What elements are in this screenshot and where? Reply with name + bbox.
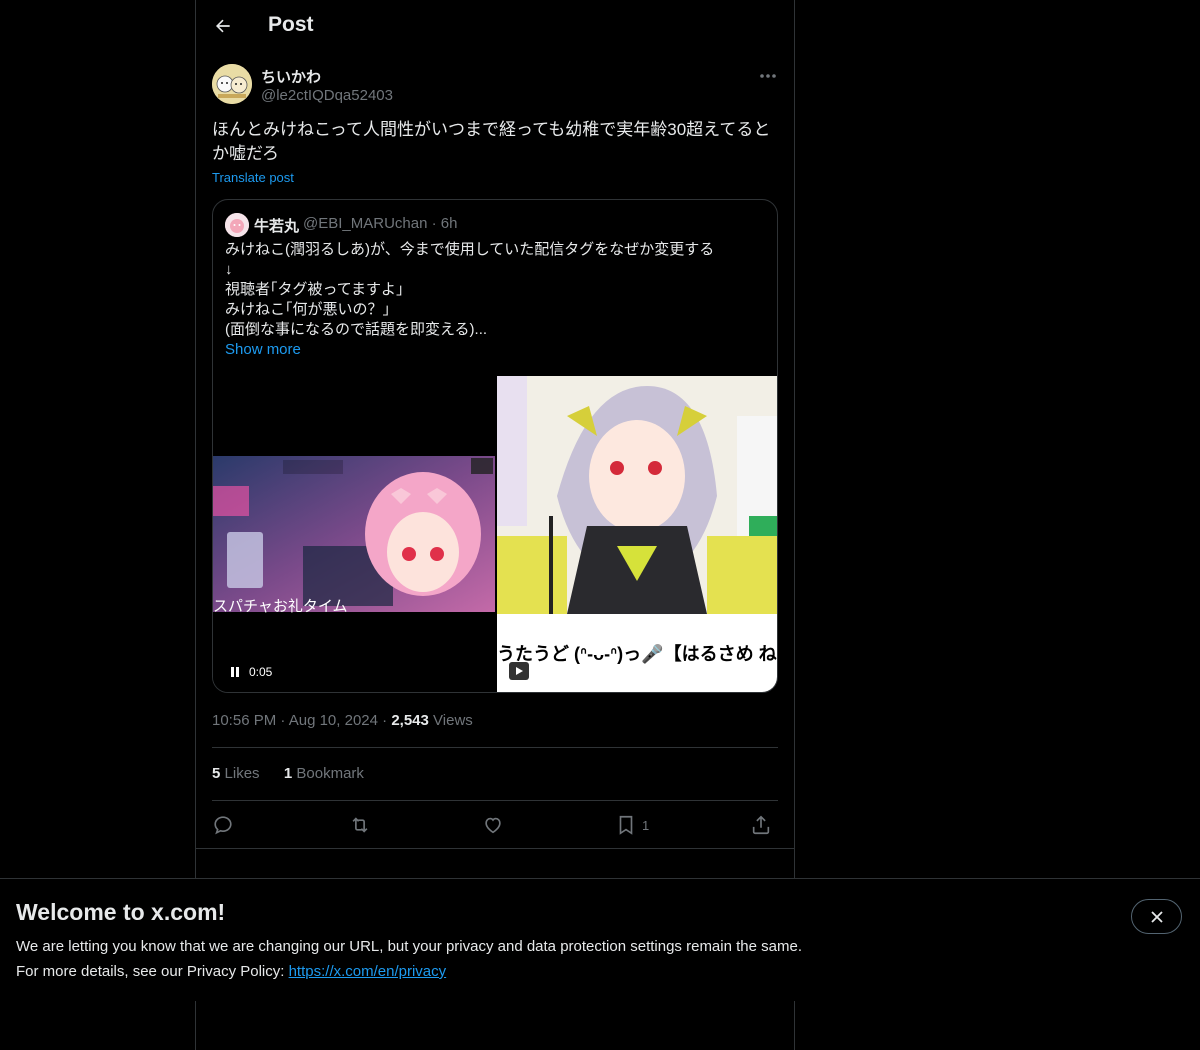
separator: · xyxy=(382,712,392,729)
quote-text: みけねこ(潤羽るしあ)が、今まで使用していた配信タグをなぜか変更する ↓ 視聴者… xyxy=(225,240,765,360)
banner-line: For more details, see our Privacy Policy… xyxy=(16,963,289,980)
likes-stat[interactable]: 5 Likes xyxy=(212,765,260,782)
author-handle[interactable]: @le2ctIQDqa52403 xyxy=(261,87,393,104)
divider xyxy=(212,800,778,801)
like-icon xyxy=(485,817,501,834)
pause-icon xyxy=(231,667,239,677)
show-more-link[interactable]: Show more xyxy=(225,340,765,360)
bookmarks-stat[interactable]: 1 Bookmark xyxy=(284,765,364,782)
share-icon xyxy=(752,815,770,835)
bookmarks-label: Bookmark xyxy=(296,765,364,782)
separator: · xyxy=(280,712,289,729)
bookmark-button[interactable]: 1 xyxy=(616,811,649,839)
share-button[interactable] xyxy=(750,811,772,839)
avatar[interactable] xyxy=(212,64,252,104)
quote-avatar[interactable] xyxy=(225,213,249,237)
thumbnail-caption: うたうど (ᐢ-ᴗ-ᐢ)っ🎤【はるさめ ね xyxy=(497,644,777,664)
play-button[interactable] xyxy=(509,662,529,680)
repost-button[interactable] xyxy=(348,811,372,839)
quoted-post[interactable]: 牛若丸 @EBI_MARUchan · 6h みけねこ(潤羽るしあ)が、今まで使… xyxy=(212,199,778,693)
repost-icon xyxy=(352,817,368,833)
likes-label: Likes xyxy=(224,765,260,782)
back-arrow-icon xyxy=(216,19,230,33)
banner-title: Welcome to x.com! xyxy=(16,899,226,925)
quote-handle[interactable]: @EBI_MARUchan · 6h xyxy=(303,215,457,232)
quote-line: ↓ xyxy=(225,261,233,278)
page-title: Post xyxy=(268,13,314,36)
bookmarks-count: 1 xyxy=(283,765,293,782)
video-time: 0:05 xyxy=(249,665,273,679)
views-count: 2,543 xyxy=(391,712,429,729)
post-time[interactable]: 10:56 PM xyxy=(212,712,276,729)
bookmark-icon xyxy=(619,815,633,835)
like-button[interactable] xyxy=(482,811,504,839)
video-frame xyxy=(213,456,495,612)
quote-line: みけねこ｢何が悪いの？｣ xyxy=(225,301,391,318)
privacy-policy-link[interactable]: https://x.com/en/privacy xyxy=(289,963,447,980)
engagement-stats: 5 Likes 1 Bookmark xyxy=(212,765,364,782)
translate-post-link[interactable]: Translate post xyxy=(212,170,294,185)
quote-line: 視聴者｢タグ被ってますよ｣ xyxy=(225,281,404,298)
post-text: ほんとみけねこって人間性がいつまで経っても幼稚で実年齢30超えてるとか嘘だろ xyxy=(212,120,771,163)
back-button[interactable] xyxy=(212,15,234,37)
video-player[interactable]: スパチャお礼タイム 0:05 xyxy=(213,376,495,692)
divider xyxy=(212,747,778,748)
more-button[interactable] xyxy=(756,66,780,86)
likes-count: 5 xyxy=(212,765,221,782)
banner-line: We are letting you know that we are chan… xyxy=(16,938,802,955)
page-header: Post xyxy=(196,0,794,53)
views-label: Views xyxy=(433,712,473,729)
video-caption: スパチャお礼タイム xyxy=(213,598,348,615)
post-metadata: 10:56 PM · Aug 10, 2024 · 2,543 Views xyxy=(212,712,473,729)
close-banner-button[interactable] xyxy=(1131,899,1182,934)
divider xyxy=(196,848,794,849)
action-bar: 1 xyxy=(212,811,778,841)
quote-handle-text: @EBI_MARUchan xyxy=(303,215,428,232)
author-display-name[interactable]: ちいかわ xyxy=(261,66,321,87)
pause-button[interactable]: 0:05 xyxy=(229,665,272,679)
quote-display-name[interactable]: 牛若丸 xyxy=(254,215,299,236)
reply-icon xyxy=(214,816,232,835)
play-icon xyxy=(516,667,523,675)
video-thumbnail[interactable]: うたうど (ᐢ-ᴗ-ᐢ)っ🎤【はるさめ ね xyxy=(497,376,777,692)
quote-age: · 6h xyxy=(431,215,458,232)
reply-button[interactable] xyxy=(212,811,234,839)
more-icon xyxy=(760,74,776,78)
welcome-banner: Welcome to x.com! We are letting you kno… xyxy=(0,878,1200,1001)
post-date[interactable]: Aug 10, 2024 xyxy=(289,712,378,729)
banner-text: We are letting you know that we are chan… xyxy=(16,934,802,984)
bookmark-action-count: 1 xyxy=(642,817,650,833)
quote-line: (面倒な事になるので話題を即変える)... xyxy=(225,321,488,338)
close-icon xyxy=(1150,910,1163,923)
thumbnail-image xyxy=(497,376,777,614)
quote-line: みけねこ(潤羽るしあ)が、今まで使用していた配信タグをなぜか変更する xyxy=(225,241,715,258)
